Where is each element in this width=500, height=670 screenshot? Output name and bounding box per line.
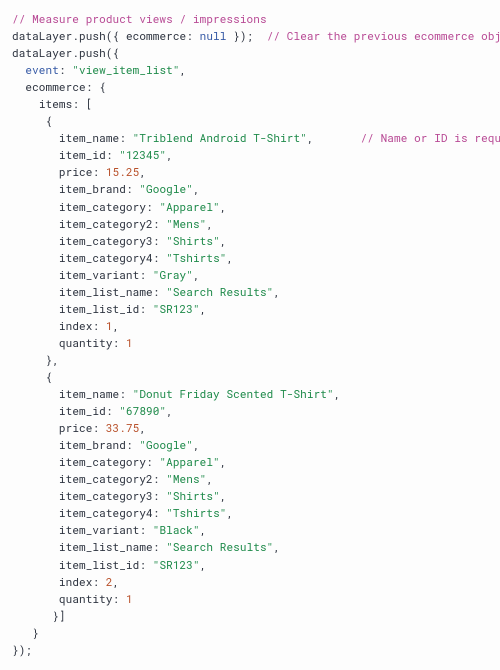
item1-index: 1 xyxy=(106,318,113,333)
key: item_id xyxy=(59,147,106,162)
item2-index: 2 xyxy=(106,574,113,589)
item1-quantity: 1 xyxy=(126,335,133,350)
item2-name: "Donut Friday Scented T-Shirt" xyxy=(133,386,334,401)
key: item_category xyxy=(59,454,146,469)
key: item_name xyxy=(59,130,119,145)
item2-quantity: 1 xyxy=(126,591,133,606)
null-keyword: null xyxy=(200,28,227,43)
key: item_variant xyxy=(59,267,139,282)
key: index xyxy=(59,574,93,589)
event-key: event xyxy=(25,62,59,77)
key: quantity xyxy=(59,591,113,606)
item1-cat1: "Apparel" xyxy=(159,199,219,214)
item1-list-id: "SR123" xyxy=(153,301,200,316)
item2-cat3: "Shirts" xyxy=(166,488,220,503)
key: item_category4 xyxy=(59,250,153,265)
comment-top: // Measure product views / impressions xyxy=(12,11,267,26)
key: item_brand xyxy=(59,181,126,196)
key: item_list_name xyxy=(59,539,153,554)
item2-variant: "Black" xyxy=(153,522,200,537)
item1-variant: "Gray" xyxy=(153,267,193,282)
key: price xyxy=(59,420,93,435)
key: item_list_id xyxy=(59,301,139,316)
item1-cat2: "Mens" xyxy=(166,216,206,231)
key: item_category3 xyxy=(59,488,153,503)
key: item_category4 xyxy=(59,505,153,520)
token: dataLayer xyxy=(12,45,72,60)
comment-name-required: // Name or ID is required. xyxy=(360,130,500,145)
key: item_category2 xyxy=(59,216,153,231)
key: item_category xyxy=(59,199,146,214)
event-value: "view_item_list" xyxy=(72,62,179,77)
code-snippet: // Measure product views / impressions d… xyxy=(0,0,500,670)
item2-price: 33.75 xyxy=(106,420,140,435)
token: ecommerce xyxy=(25,79,85,94)
item1-name: "Triblend Android T-Shirt" xyxy=(133,130,307,145)
key: item_brand xyxy=(59,437,126,452)
key: item_list_id xyxy=(59,557,139,572)
key: item_category2 xyxy=(59,471,153,486)
item2-cat1: "Apparel" xyxy=(159,454,219,469)
item2-id: "67890" xyxy=(119,403,166,418)
key: price xyxy=(59,164,93,179)
item2-list-id: "SR123" xyxy=(153,557,200,572)
item2-list-name: "Search Results" xyxy=(166,539,273,554)
key: item_list_name xyxy=(59,284,153,299)
key: item_variant xyxy=(59,522,139,537)
token: dataLayer xyxy=(12,28,72,43)
item1-price: 15.25 xyxy=(106,164,140,179)
key: index xyxy=(59,318,93,333)
token: push xyxy=(79,45,106,60)
token: items xyxy=(39,96,73,111)
key: item_category3 xyxy=(59,233,153,248)
item2-brand: "Google" xyxy=(139,437,193,452)
item1-list-name: "Search Results" xyxy=(166,284,273,299)
item2-cat2: "Mens" xyxy=(166,471,206,486)
comment-clear: // Clear the previous ecommerce object. xyxy=(267,28,500,43)
item1-cat3: "Shirts" xyxy=(166,233,220,248)
item1-cat4: "Tshirts" xyxy=(166,250,226,265)
item1-brand: "Google" xyxy=(139,181,193,196)
token: ecommerce xyxy=(126,28,186,43)
key: quantity xyxy=(59,335,113,350)
item2-cat4: "Tshirts" xyxy=(166,505,226,520)
key: item_id xyxy=(59,403,106,418)
token: push xyxy=(79,28,106,43)
item1-id: "12345" xyxy=(119,147,166,162)
key: item_name xyxy=(59,386,119,401)
